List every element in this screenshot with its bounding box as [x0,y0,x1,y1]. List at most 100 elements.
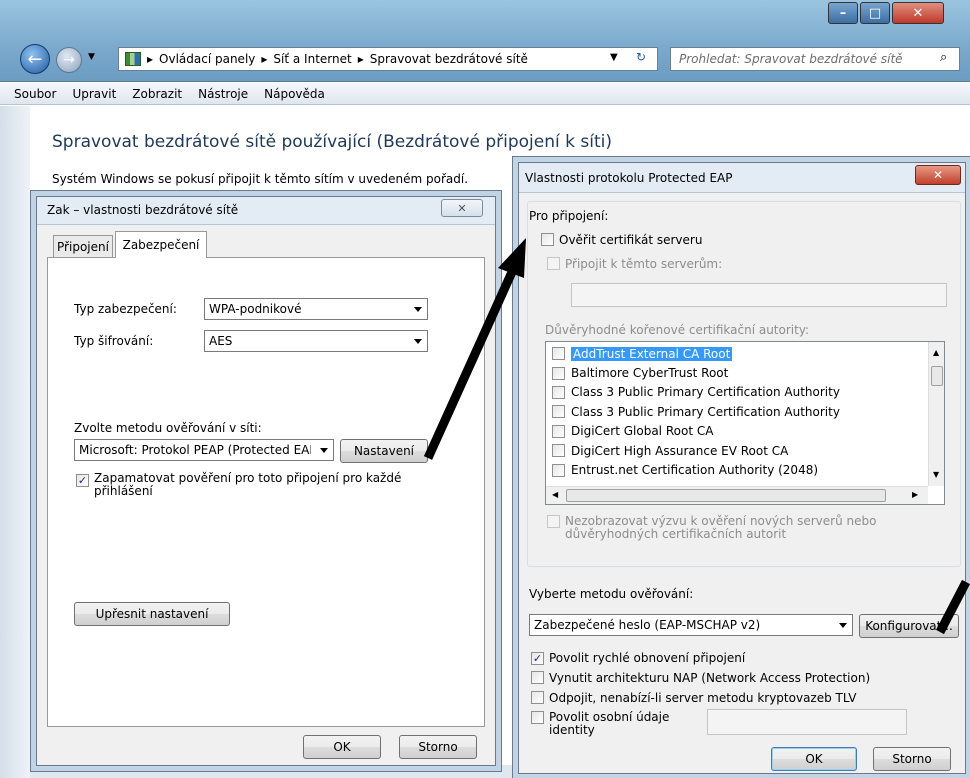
list-item[interactable]: Class 3 Public Primary Certification Aut… [546,402,928,421]
scroll-left-icon[interactable]: ◀ [552,490,558,499]
tab-panel: Typ zabezpečení: WPA-podnikové Typ šifro… [47,257,485,727]
connect-servers-label: Připojit k těmto serverům: [565,257,723,271]
breadcrumb-item[interactable]: Síť a Internet [273,52,351,66]
list-item-label: Class 3 Public Primary Certification Aut… [571,385,840,400]
no-prompt-checkbox[interactable] [547,515,560,531]
connect-servers-checkbox[interactable] [547,257,560,273]
fast-reconnect-label: Povolit rychlé obnovení připojení [549,651,746,665]
close-icon[interactable]: ✕ [915,165,961,185]
ok-button[interactable]: OK [771,747,857,771]
search-input[interactable]: Prohledat: Spravovat bezdrátové sítě [670,47,960,71]
auth-method-value: Microsoft: Protokol PEAP (Protected EAP [79,443,311,457]
menu-edit[interactable]: Upravit [72,87,116,101]
disconnect-checkbox[interactable] [531,691,544,707]
page-description: Systém Windows se pokusí připojit k těmt… [52,172,469,186]
identity-input[interactable] [707,709,907,735]
page-title: Spravovat bezdrátové sítě používající (B… [52,132,612,152]
cancel-button[interactable]: Storno [873,747,951,771]
method-select[interactable]: Zabezpečené heslo (EAP-MSCHAP v2) [529,614,853,636]
ca-list-rows: AddTrust External CA Root Baltimore Cybe… [546,344,928,480]
fast-reconnect-checkbox[interactable] [531,651,544,665]
auth-method-select[interactable]: Microsoft: Protokol PEAP (Protected EAP [74,439,334,461]
remember-label: Zapamatovat pověření pro toto připojení … [94,471,402,498]
breadcrumb-item[interactable]: Ovládací panely [159,52,255,66]
list-item-label: AddTrust External CA Root [571,346,733,361]
close-button[interactable]: ✕ [892,2,944,24]
menu-bar: Soubor Upravit Zobrazit Nástroje Nápověd… [0,83,970,105]
security-type-label: Typ zabezpečení: [74,302,177,316]
dialog-title: Vlastnosti protokolu Protected EAP [525,171,733,185]
tab-security[interactable]: Zabezpečení [115,231,207,258]
list-item-label: DigiCert High Assurance EV Root CA [571,443,789,458]
encryption-label: Typ šifrování: [74,334,154,348]
minimize-button[interactable]: – [828,2,858,24]
search-icon[interactable]: ⌕ [940,50,947,65]
refresh-icon[interactable]: ↻ [636,50,646,64]
servers-input[interactable] [571,283,947,307]
chevron-down-icon [414,307,422,312]
scroll-right-icon[interactable]: ▶ [912,490,918,499]
chevron-down-icon [414,339,422,344]
no-prompt-label: Nezobrazovat výzvu k ověření nových serv… [565,514,877,541]
settings-button[interactable]: Nastavení [340,439,428,463]
list-item-label: Baltimore CyberTrust Root [571,366,729,381]
tab-connection-label: Připojení [57,239,109,254]
list-item[interactable]: DigiCert High Assurance EV Root CA [546,441,928,460]
list-item[interactable]: Baltimore CyberTrust Root [546,363,928,382]
menu-file[interactable]: Soubor [14,87,56,101]
trusted-ca-label: Důvěryhodné kořenové certifikační autori… [545,323,810,337]
verify-cert-label: Ověřit certifikát serveru [559,233,703,247]
address-bar[interactable]: ▸ Ovládací panely ▸ Síť a Internet ▸ Spravo… [118,47,658,71]
peap-properties-dialog: Vlastnosti protokolu Protected EAP ✕ Pro… [518,162,966,774]
chevron-down-icon [839,623,847,628]
nap-label: Vynutit architekturu NAP (Network Access… [549,671,871,685]
list-item-label: Entrust.net Certification Authority (204… [571,463,819,478]
remember-checkbox[interactable] [76,473,89,487]
maximize-button[interactable]: □ [860,2,890,24]
security-type-value: WPA-podnikové [209,302,302,316]
scroll-thumb[interactable] [931,366,943,386]
ca-list: AddTrust External CA Root Baltimore Cybe… [545,341,945,505]
menu-help[interactable]: Nápověda [264,87,325,101]
back-button[interactable]: ← [20,44,50,74]
dialog-title: Zak – vlastnosti bezdrátové sítě [47,203,239,217]
tab-security-label: Zabezpečení [122,238,200,252]
auth-method-label: Zvolte metodu ověřování v síti: [74,421,262,435]
ok-button[interactable]: OK [303,735,381,759]
list-item[interactable]: Class 3 Public Primary Certification Aut… [546,383,928,402]
method-value: Zabezpečené heslo (EAP-MSCHAP v2) [534,618,761,632]
security-type-select[interactable]: WPA-podnikové [204,298,428,320]
scroll-up-icon[interactable]: ▲ [933,348,939,357]
list-item-label: Class 3 Public Primary Certification Aut… [571,404,840,419]
forward-button[interactable]: → [56,47,82,73]
address-dropdown-icon[interactable]: ▼ [610,52,618,63]
verify-cert-checkbox[interactable] [541,233,554,249]
menu-view[interactable]: Zobrazit [132,87,182,101]
explorer-left-edge [0,106,30,778]
cancel-button[interactable]: Storno [399,735,477,759]
history-dropdown-icon[interactable]: ▼ [88,52,95,62]
close-icon[interactable]: ✕ [441,199,483,217]
tab-connection[interactable]: Připojení [53,235,113,257]
select-method-label: Vyberte metodu ověřování: [529,587,694,601]
list-item-label: DigiCert Global Root CA [571,424,714,439]
identity-privacy-checkbox[interactable] [531,711,544,727]
chevron-down-icon [320,448,328,453]
encryption-select[interactable]: AES [204,330,428,352]
scroll-down-icon[interactable]: ▼ [933,470,939,479]
list-item[interactable]: Entrust.net Certification Authority (204… [546,460,928,479]
list-item[interactable]: DigiCert Global Root CA [546,422,928,441]
nap-checkbox[interactable] [531,671,544,687]
scroll-thumb[interactable] [566,489,886,502]
list-item[interactable]: AddTrust External CA Root [546,344,928,363]
menu-tools[interactable]: Nástroje [198,87,248,101]
horizontal-scrollbar[interactable]: ◀ ▶ [546,486,928,504]
vertical-scrollbar[interactable]: ▲ ▼ [928,342,944,486]
breadcrumb-item[interactable]: Spravovat bezdrátové sítě [370,52,528,66]
control-panel-icon [125,52,141,66]
wireless-properties-dialog: Zak – vlastnosti bezdrátové sítě ✕ Připo… [36,196,496,766]
disconnect-label: Odpojit, nenabízí-li server metodu krypt… [549,691,857,705]
advanced-settings-button[interactable]: Upřesnit nastavení [74,602,230,626]
configure-button[interactable]: Konfigurovat... [859,614,959,638]
encryption-value: AES [209,334,233,348]
